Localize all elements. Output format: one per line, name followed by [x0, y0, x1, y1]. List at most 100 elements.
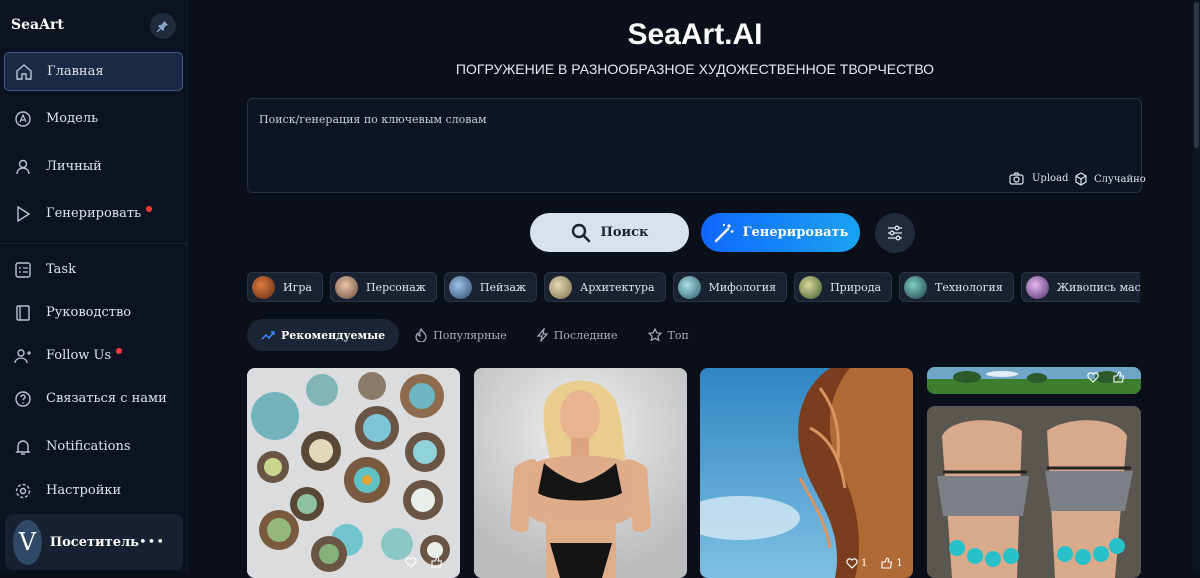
artwork-image [700, 368, 913, 578]
category-label: Архитектура [580, 280, 655, 294]
heart-icon[interactable] [1087, 371, 1099, 383]
tab-top[interactable]: Топ [634, 319, 703, 351]
sliders-icon [888, 225, 902, 241]
category-label: Пейзаж [479, 280, 527, 294]
play-icon [14, 205, 32, 223]
category-technology[interactable]: Технология [899, 272, 1014, 302]
trending-icon [261, 330, 275, 340]
remix-icon[interactable] [1113, 371, 1125, 383]
artwork-image [474, 368, 687, 578]
gallery-card[interactable] [927, 406, 1141, 578]
sidebar-item-follow-us[interactable]: Follow Us [4, 336, 183, 375]
remix-count: 1 [896, 557, 903, 569]
user-icon [14, 158, 32, 176]
category-label: Игра [283, 280, 312, 294]
settings-icon [14, 482, 32, 500]
upload-button[interactable]: Upload [1009, 172, 1068, 185]
category-thumbnail [252, 275, 275, 299]
sidebar-item-label: Настройки [46, 483, 122, 498]
sidebar-item-label: Task [46, 262, 76, 277]
sidebar-item-label: Генерировать [46, 206, 142, 221]
sidebar-item-label: Связаться с нами [46, 391, 167, 406]
category-thumbnail [1025, 275, 1049, 299]
fire-icon [415, 328, 427, 342]
sidebar-item-generate[interactable]: Генерировать [4, 194, 183, 233]
follow-icon [14, 347, 32, 365]
category-label: Персонаж [365, 280, 426, 294]
avatar[interactable]: V [13, 519, 42, 565]
gallery-card[interactable]: 1 1 [700, 368, 913, 578]
bell-icon [14, 438, 32, 456]
user-name: Посетитель [49, 534, 139, 550]
sidebar-item-task[interactable]: Task [4, 250, 183, 289]
sidebar-item-label: Руководство [46, 305, 132, 320]
search-icon [571, 223, 590, 242]
search-input[interactable]: Поиск/генерация по ключевым словам Uploa… [247, 98, 1146, 193]
category-label: Природа [830, 280, 882, 294]
search-button[interactable]: Поиск [530, 213, 689, 252]
sidebar: SeaArt Главная Модель Личный Генерироват… [0, 0, 188, 572]
category-game[interactable]: Игра [247, 272, 323, 302]
tab-label: Рекомендуемые [281, 328, 386, 342]
camera-icon [1009, 172, 1024, 185]
card-actions [1087, 371, 1125, 383]
tab-latest[interactable]: Последние [523, 319, 632, 351]
sidebar-item-label: Follow Us [46, 348, 112, 363]
sidebar-item-label: Notifications [46, 439, 131, 454]
category-thumbnail [448, 275, 472, 299]
gallery-card[interactable] [247, 368, 460, 578]
category-thumbnail [799, 275, 823, 299]
sidebar-item-model[interactable]: Модель [4, 99, 183, 138]
category-oil-painting[interactable]: Живопись маслом [1020, 272, 1140, 302]
star-icon [647, 328, 662, 342]
model-icon [14, 110, 32, 128]
category-bar: Игра Персонаж Пейзаж Архитектура Мифология Пр… [247, 272, 1140, 302]
tab-popular[interactable]: Популярные [401, 319, 521, 351]
notification-badge [146, 205, 153, 212]
random-button[interactable]: Случайно [1074, 172, 1146, 186]
category-label: Технология [935, 280, 1003, 294]
upload-label: Upload [1032, 173, 1069, 184]
sidebar-item-label: Модель [46, 111, 99, 126]
search-placeholder: Поиск/генерация по ключевым словам [259, 113, 487, 126]
tab-label: Последние [553, 328, 618, 342]
category-thumbnail [549, 275, 573, 299]
user-profile[interactable]: V Посетитель ••• [5, 514, 183, 570]
task-icon [14, 261, 32, 279]
heart-icon[interactable] [405, 556, 417, 568]
generate-button[interactable]: Генерировать [701, 213, 860, 252]
category-character[interactable]: Персонаж [329, 272, 437, 302]
category-label: Живопись маслом [1056, 280, 1140, 294]
tab-label: Топ [667, 328, 689, 342]
category-landscape[interactable]: Пейзаж [443, 272, 538, 302]
gallery-card[interactable] [474, 368, 687, 578]
tab-recommended[interactable]: Рекомендуемые [247, 319, 400, 351]
sidebar-item-notifications[interactable]: Notifications [4, 427, 183, 466]
category-mythology[interactable]: Мифология [672, 272, 788, 302]
gallery-card[interactable] [927, 367, 1141, 394]
book-icon [14, 304, 32, 322]
lightning-icon [536, 328, 548, 342]
sidebar-item-personal[interactable]: Личный [4, 147, 183, 186]
sidebar-item-guide[interactable]: Руководство [4, 293, 183, 332]
remix-icon[interactable] [881, 557, 893, 569]
remix-icon[interactable] [431, 556, 443, 568]
random-label: Случайно [1094, 173, 1146, 185]
artwork-image [247, 368, 460, 578]
artwork-image [927, 406, 1141, 578]
sidebar-item-contact[interactable]: Связаться с нами [4, 379, 183, 418]
page-title: SeaArt.AI [627, 18, 763, 51]
more-options-button[interactable]: ••• [139, 535, 165, 550]
heart-icon[interactable] [846, 557, 858, 569]
sidebar-item-settings[interactable]: Настройки [4, 471, 183, 510]
scrollbar-thumb[interactable] [1194, 2, 1199, 148]
category-thumbnail [904, 275, 928, 299]
like-count: 1 [861, 557, 868, 569]
tab-label: Популярные [433, 328, 507, 342]
category-thumbnail [334, 275, 358, 299]
category-nature[interactable]: Природа [794, 272, 893, 302]
filter-button[interactable] [875, 213, 915, 253]
card-actions [405, 556, 443, 568]
feed-tabs: Рекомендуемые Популярные Последние Топ [247, 319, 705, 351]
category-architecture[interactable]: Архитектура [544, 272, 666, 302]
